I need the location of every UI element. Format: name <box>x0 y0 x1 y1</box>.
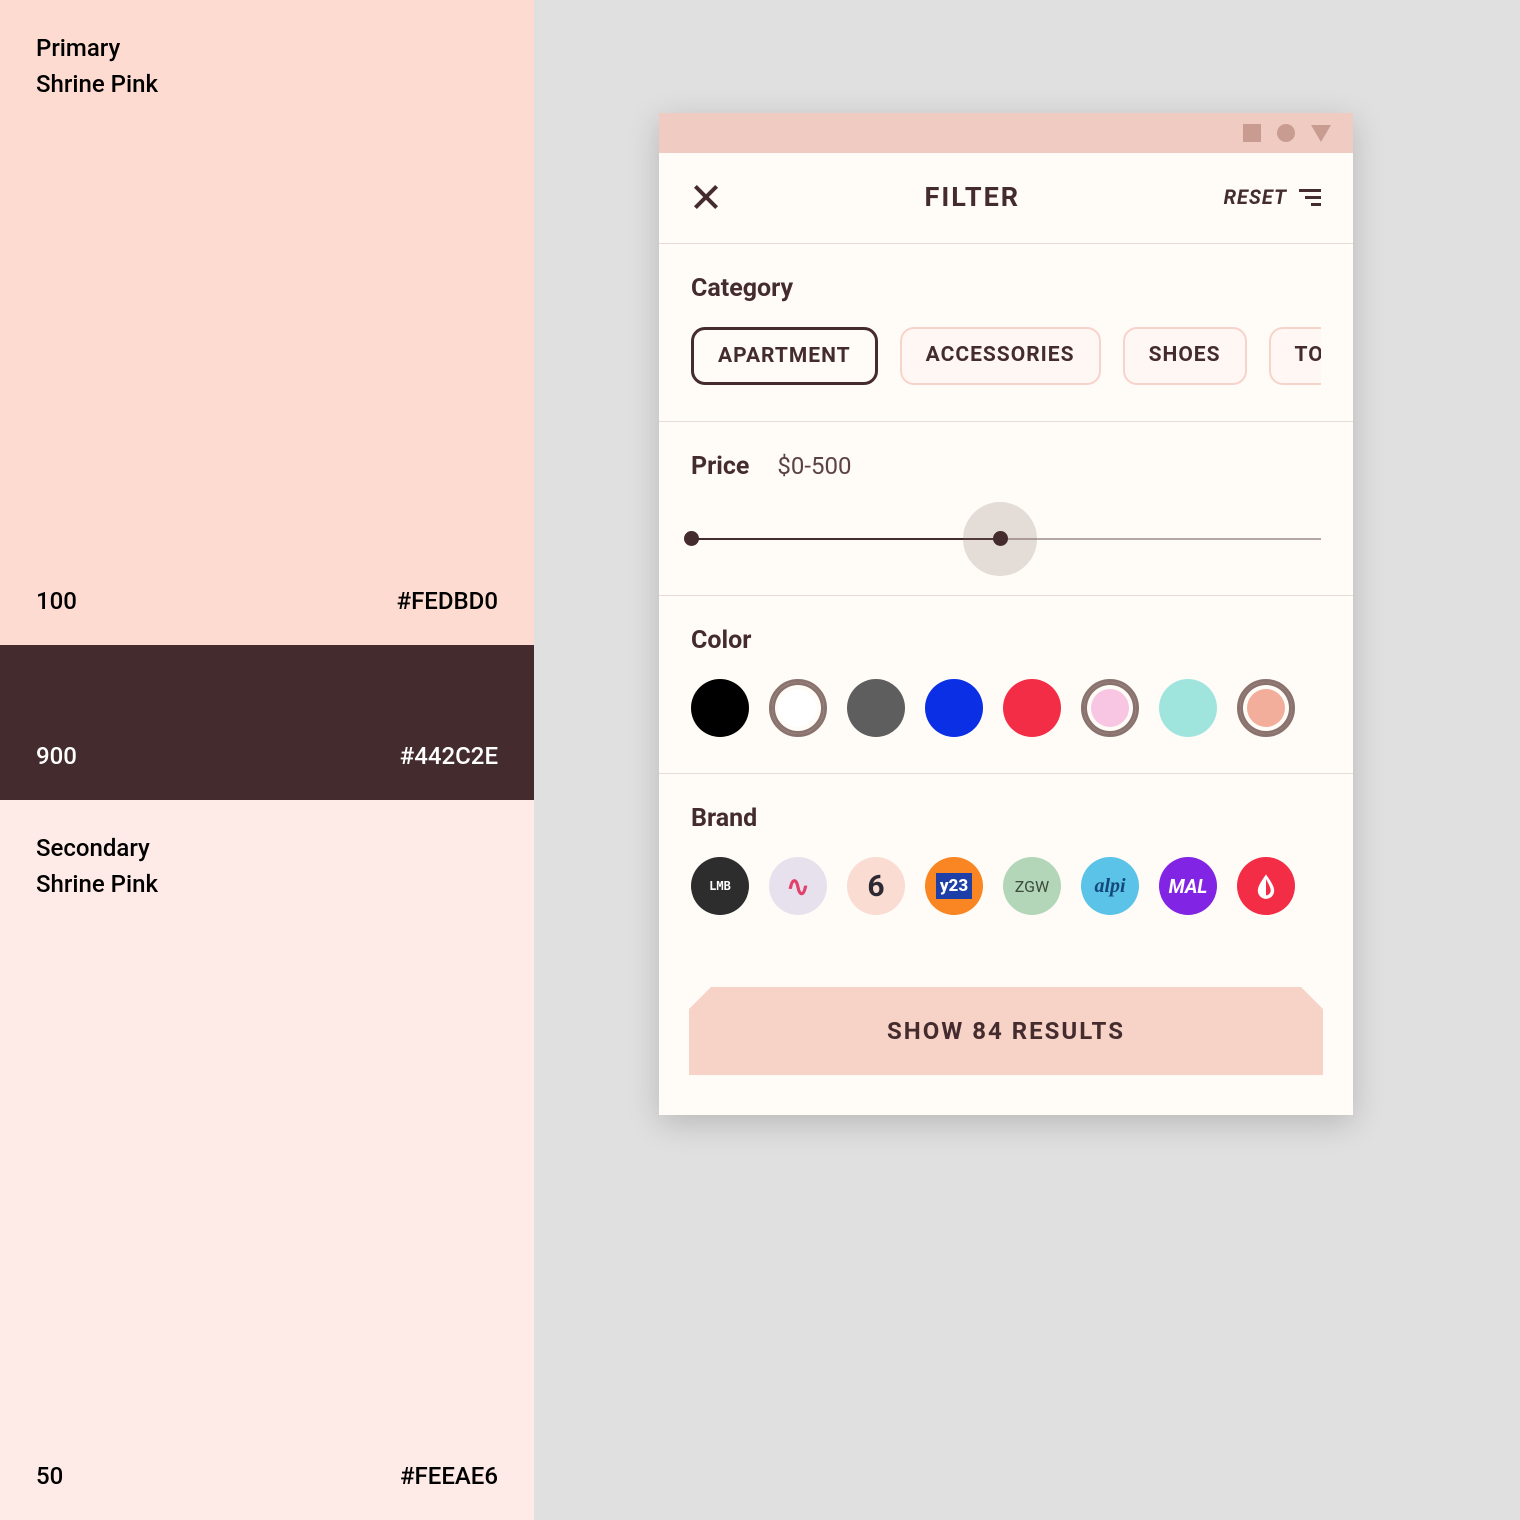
swatch-hex: #442C2E <box>400 742 498 770</box>
swatch-shade: 900 <box>36 742 77 770</box>
section-title: Category <box>691 274 1321 303</box>
color-section: Color <box>659 596 1353 774</box>
section-title: Price <box>691 452 749 481</box>
swatch-hex: #FEDBD0 <box>397 587 498 615</box>
price-range-value: $0-500 <box>777 452 851 480</box>
window-control-circle-icon[interactable] <box>1277 124 1295 142</box>
category-chip[interactable]: SHOES <box>1123 327 1247 385</box>
color-swatch[interactable] <box>769 679 827 737</box>
swatch-accent-900: 900 #442C2E <box>0 645 534 800</box>
reset-button[interactable]: RESET <box>1224 185 1321 209</box>
swatch-name: Shrine Pink <box>36 66 498 102</box>
color-swatch[interactable] <box>1159 679 1217 737</box>
window-control-triangle-icon[interactable] <box>1311 125 1331 142</box>
color-palette-panel: Primary Shrine Pink 100 #FEDBD0 900 #442… <box>0 0 534 1520</box>
slider-thumb-min[interactable] <box>684 531 699 546</box>
show-results-button[interactable]: SHOW 84 RESULTS <box>689 987 1323 1075</box>
category-chip[interactable]: TO <box>1269 327 1321 385</box>
price-slider[interactable] <box>691 519 1321 559</box>
swatch-label: Secondary <box>36 830 498 866</box>
color-swatch[interactable] <box>1003 679 1061 737</box>
swatch-name: Shrine Pink <box>36 866 498 902</box>
brand-dot-row: LMB ∿ 6 y23 ZGW alpi MAL <box>691 857 1321 915</box>
color-swatch[interactable] <box>847 679 905 737</box>
reset-label: RESET <box>1224 185 1287 209</box>
category-chip[interactable]: APARTMENT <box>691 327 878 385</box>
brand-logo[interactable]: LMB <box>691 857 749 915</box>
slider-thumb-max[interactable] <box>993 531 1008 546</box>
section-title: Brand <box>691 804 1321 833</box>
swatch-shade: 50 <box>36 1462 63 1490</box>
swatch-hex: #FEEAE6 <box>400 1462 498 1490</box>
brand-logo[interactable]: ZGW <box>1003 857 1061 915</box>
brand-logo[interactable]: alpi <box>1081 857 1139 915</box>
canvas: FILTER RESET Category APARTMENT ACCESSORI… <box>534 0 1520 1520</box>
color-swatch[interactable] <box>1081 679 1139 737</box>
category-chip[interactable]: ACCESSORIES <box>900 327 1101 385</box>
swatch-secondary-50: Secondary Shrine Pink 50 #FEEAE6 <box>0 800 534 1520</box>
filter-lines-icon <box>1299 189 1321 206</box>
swatch-primary-100: Primary Shrine Pink 100 #FEDBD0 <box>0 0 534 645</box>
brand-logo[interactable]: ∿ <box>769 857 827 915</box>
color-swatch[interactable] <box>691 679 749 737</box>
swatch-label: Primary <box>36 30 498 66</box>
color-swatch[interactable] <box>925 679 983 737</box>
slider-track-active <box>691 538 1000 540</box>
phone-mock: FILTER RESET Category APARTMENT ACCESSORI… <box>659 113 1353 1115</box>
window-control-square-icon[interactable] <box>1243 124 1261 142</box>
color-dot-row <box>691 679 1321 737</box>
brand-section: Brand LMB ∿ 6 y23 ZGW alpi MAL <box>659 774 1353 951</box>
price-section: Price $0-500 <box>659 422 1353 596</box>
window-chrome <box>659 113 1353 153</box>
filter-header: FILTER RESET <box>659 153 1353 244</box>
section-title: Color <box>691 626 1321 655</box>
close-icon[interactable] <box>691 182 721 212</box>
brand-logo[interactable]: y23 <box>925 857 983 915</box>
brand-logo[interactable] <box>1237 857 1295 915</box>
color-swatch[interactable] <box>1237 679 1295 737</box>
category-section: Category APARTMENT ACCESSORIES SHOES TO <box>659 244 1353 422</box>
brand-logo[interactable]: MAL <box>1159 857 1217 915</box>
category-chip-row: APARTMENT ACCESSORIES SHOES TO <box>691 327 1321 385</box>
cta-label: SHOW 84 RESULTS <box>887 1017 1125 1045</box>
swatch-shade: 100 <box>36 587 77 615</box>
brand-logo[interactable]: 6 <box>847 857 905 915</box>
page-title: FILTER <box>925 181 1021 213</box>
